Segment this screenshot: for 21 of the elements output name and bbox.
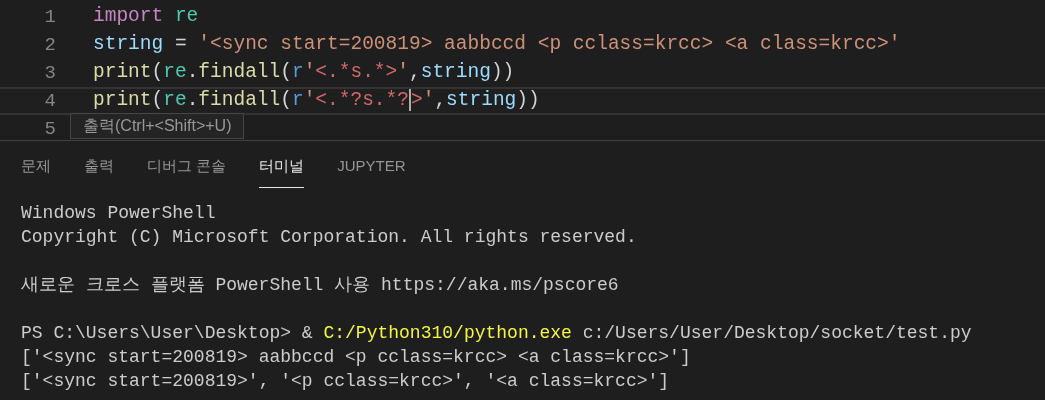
- terminal-line: ['<sync start=200819> aabbccd <p cclass=krcc> <a class=krcc>']: [21, 347, 691, 367]
- line-number: 4: [43, 88, 56, 114]
- terminal-line: PS C:\Users\User\Desktop> & C:/Python310/python.exe c:/Users/User/Desktop/socket/test.py: [21, 323, 972, 343]
- terminal-line: 새로운 크로스 플랫폼 PowerShell 사용 https://aka.ms/pscore6: [21, 275, 619, 295]
- terminal-line: ['<sync start=200819>', '<p cclass=krcc>', '<a class=krcc>']: [21, 371, 670, 391]
- panel-tab[interactable]: 출력: [84, 154, 114, 188]
- code-line: string = '<sync start=200819> aabbccd <p cclass=krcc> <a class=krcc>': [93, 32, 901, 58]
- terminal-line: Copyright (C) Microsoft Corporation. All rights reserved.: [21, 227, 637, 247]
- tooltip: 출력(Ctrl+<Shift>+U): [70, 113, 245, 139]
- code-line: print(re.findall(r'<.*?s.*?>',string)): [93, 88, 540, 114]
- terminal-line: Windows PowerShell: [21, 203, 216, 223]
- line-number: 2: [43, 32, 56, 58]
- panel-tab[interactable]: JUPYTER: [337, 154, 406, 188]
- code-line: print(re.findall(r'<.*s.*>',string)): [93, 60, 515, 86]
- line-number: 1: [43, 4, 56, 30]
- code-line: import re: [93, 4, 199, 30]
- panel-tab[interactable]: 문제: [21, 154, 51, 188]
- line-number: 3: [43, 60, 56, 86]
- line-number: 5: [43, 116, 56, 142]
- panel-tab[interactable]: 디버그 콘솔: [147, 154, 227, 188]
- panel-tab[interactable]: 터미널: [259, 154, 305, 188]
